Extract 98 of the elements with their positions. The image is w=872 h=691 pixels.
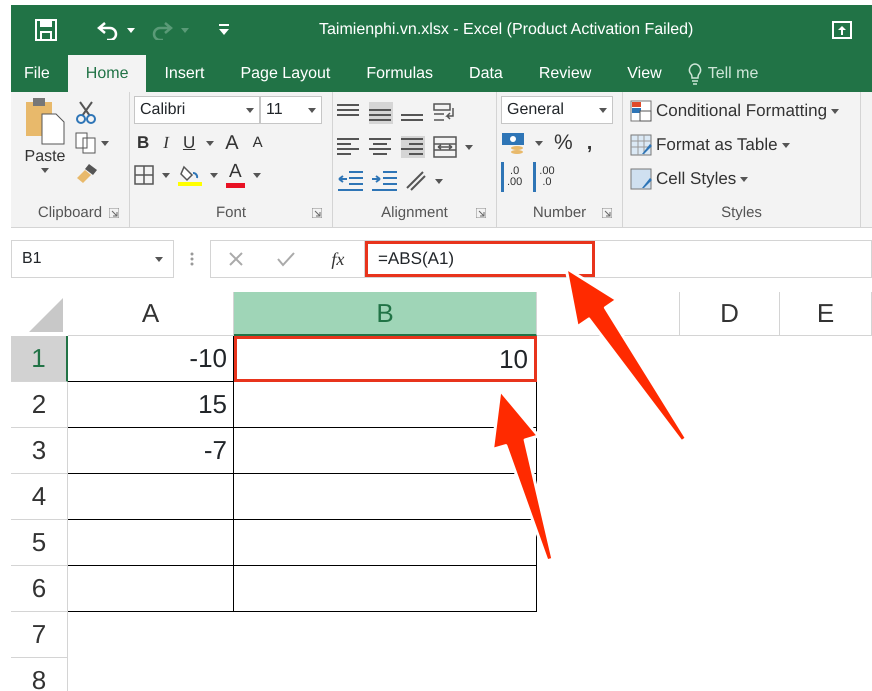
- font-color-button[interactable]: A: [226, 162, 245, 188]
- row-header[interactable]: 6: [11, 566, 68, 612]
- undo-icon[interactable]: [97, 20, 119, 40]
- format-painter-icon[interactable]: [75, 162, 99, 184]
- insert-function-button[interactable]: fx: [328, 244, 348, 274]
- caret-icon[interactable]: [127, 28, 135, 32]
- percent-button[interactable]: %: [551, 128, 576, 158]
- format-table-icon: [630, 134, 652, 156]
- align-right-icon[interactable]: [401, 136, 425, 158]
- font-name-field[interactable]: Calibri: [134, 96, 260, 124]
- row-header[interactable]: 8: [11, 658, 68, 691]
- row-header[interactable]: 7: [11, 612, 68, 658]
- ribbon-display-icon[interactable]: [832, 21, 852, 39]
- ribbon-tab[interactable]: Formulas: [348, 55, 452, 92]
- decrease-indent-icon[interactable]: [337, 170, 363, 192]
- paste-button[interactable]: Paste: [22, 146, 68, 168]
- redo-icon: [151, 20, 173, 40]
- row-header[interactable]: 5: [11, 520, 68, 566]
- dialog-launcher-icon[interactable]: [476, 208, 486, 218]
- dialog-launcher-icon[interactable]: [602, 208, 612, 218]
- column-header[interactable]: D: [680, 292, 780, 336]
- tell-me-field[interactable]: Tell me: [708, 62, 758, 86]
- caret-icon[interactable]: [162, 172, 170, 178]
- ribbon-tab[interactable]: View: [609, 55, 680, 92]
- customize-icon[interactable]: [219, 24, 229, 36]
- group-label: Number: [532, 202, 586, 223]
- italic-button[interactable]: I: [160, 128, 172, 158]
- column-header[interactable]: A: [68, 292, 234, 336]
- ribbon-tab[interactable]: File: [11, 55, 68, 92]
- column-header[interactable]: E: [780, 292, 872, 336]
- number-format-field[interactable]: General: [501, 96, 613, 124]
- name-box[interactable]: B1: [11, 240, 174, 278]
- window-title: Taimienphi.vn.xlsx - Excel (Product Activation Failed): [319, 20, 694, 40]
- align-left-icon[interactable]: [337, 136, 361, 158]
- decrease-font-button[interactable]: A: [250, 128, 266, 158]
- caret-icon[interactable]: [155, 256, 163, 262]
- currency-icon[interactable]: [501, 132, 527, 154]
- underline-button[interactable]: U: [180, 128, 198, 158]
- table-cell: 10: [234, 336, 537, 382]
- table-cell: 15: [68, 382, 234, 428]
- table-cell: -7: [68, 428, 234, 474]
- caret-icon[interactable]: [599, 108, 607, 112]
- caret-icon[interactable]: [435, 178, 443, 184]
- caret-icon[interactable]: [308, 108, 316, 112]
- font-size-field[interactable]: 11: [260, 96, 322, 124]
- ribbon-tab[interactable]: Data: [451, 55, 521, 92]
- ribbon-tab[interactable]: Home: [68, 55, 146, 92]
- borders-icon[interactable]: [134, 165, 154, 185]
- ribbon-tab[interactable]: Insert: [146, 55, 222, 92]
- group-label: Styles: [721, 202, 762, 223]
- bold-button[interactable]: B: [134, 128, 152, 158]
- save-icon[interactable]: [35, 19, 57, 41]
- paste-icon[interactable]: [24, 96, 66, 146]
- cell-styles-icon: [630, 168, 652, 190]
- style-menu-button[interactable]: Format as Table: [627, 130, 856, 160]
- middle-align-icon[interactable]: [369, 102, 393, 124]
- style-menu-button[interactable]: Conditional Formatting: [627, 96, 856, 126]
- increase-font-button[interactable]: A: [222, 128, 242, 158]
- cut-icon[interactable]: [75, 100, 97, 124]
- caret-icon[interactable]: [252, 172, 261, 178]
- caret-icon[interactable]: [740, 176, 748, 182]
- group-label: Alignment: [381, 202, 448, 223]
- formula-field[interactable]: =ABS(A1): [365, 241, 595, 277]
- conditional-formatting-icon: [630, 100, 652, 122]
- group-label: Clipboard: [38, 202, 102, 223]
- caret-icon[interactable]: [101, 140, 109, 146]
- caret-icon[interactable]: [535, 140, 543, 146]
- drag-handle-icon[interactable]: [190, 251, 194, 267]
- wrap-text-icon[interactable]: [433, 102, 457, 124]
- caret-icon[interactable]: [210, 172, 218, 178]
- caret-icon[interactable]: [246, 108, 254, 112]
- style-menu-button[interactable]: Cell Styles: [627, 164, 856, 194]
- decrease-decimal-button[interactable]: .00 .0: [533, 162, 558, 192]
- comma-button[interactable]: ,: [584, 128, 596, 158]
- row-header[interactable]: 1: [11, 336, 68, 382]
- ribbon-tab[interactable]: Page Layout: [222, 55, 348, 92]
- dialog-launcher-icon[interactable]: [312, 208, 322, 218]
- ribbon-tab[interactable]: Review: [520, 55, 610, 92]
- caret-icon[interactable]: [782, 142, 790, 148]
- fill-color-icon[interactable]: [178, 164, 202, 186]
- lightbulb-icon[interactable]: [688, 62, 702, 84]
- caret-icon[interactable]: [465, 144, 473, 150]
- caret-icon[interactable]: [831, 108, 840, 114]
- row-header[interactable]: 2: [11, 382, 68, 428]
- row-header[interactable]: 3: [11, 428, 68, 474]
- align-center-icon[interactable]: [369, 136, 393, 158]
- orientation-icon[interactable]: [405, 170, 427, 192]
- group-label: Font: [216, 202, 246, 223]
- copy-icon[interactable]: [75, 132, 97, 154]
- table-cell: -10: [68, 336, 234, 382]
- caret-icon[interactable]: [41, 168, 49, 173]
- dialog-launcher-icon[interactable]: [109, 208, 119, 218]
- merge-icon[interactable]: [433, 136, 457, 158]
- increase-decimal-button[interactable]: .0 .00: [501, 162, 526, 192]
- increase-indent-icon[interactable]: [371, 170, 397, 192]
- caret-icon[interactable]: [206, 140, 214, 146]
- row-header[interactable]: 4: [11, 474, 68, 520]
- column-header[interactable]: B: [234, 292, 537, 336]
